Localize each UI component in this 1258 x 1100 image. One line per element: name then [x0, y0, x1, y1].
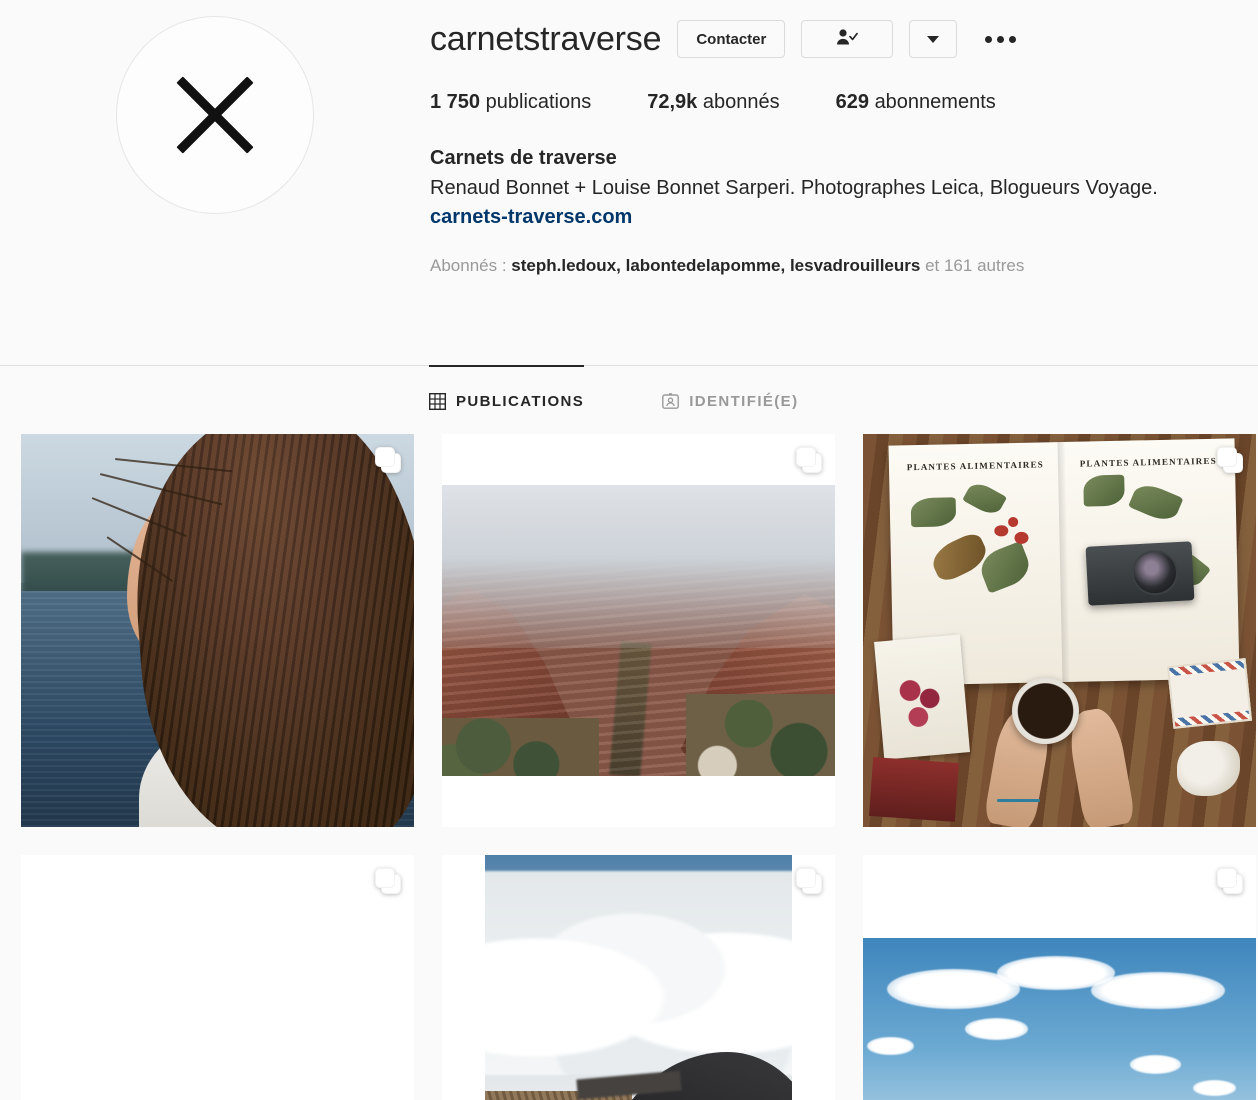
carousel-indicator-icon: [375, 868, 401, 894]
stat-followers[interactable]: 72,9k abonnés: [647, 91, 779, 114]
flatlay-book-title-left: PLANTES ALIMENTAIRES: [906, 459, 1044, 472]
profile-stats: 1 750 publications 72,9k abonnés 629 abo…: [430, 91, 1228, 114]
carousel-indicator-icon: [1217, 447, 1243, 473]
person-check-icon: [836, 28, 859, 50]
post-volcano-crater[interactable]: [442, 855, 835, 1100]
avatar-column: [0, 0, 430, 365]
tab-publications[interactable]: PUBLICATIONS: [429, 365, 585, 437]
more-options-button[interactable]: [979, 35, 1022, 43]
post-thumbnail: PLANTES ALIMENTAIRES PLANTES ALIMENTAIRE…: [863, 434, 1256, 827]
tab-tagged[interactable]: IDENTIFIÉ(E): [662, 366, 798, 437]
post-poster-all-along-the-road[interactable]: PHOTOGRAPHY INSPIRATION ALL ALONG THE RO…: [21, 855, 414, 1100]
profile-bio-text: Renaud Bonnet + Louise Bonnet Sarperi. P…: [430, 177, 1158, 199]
stat-followers-value: 72,9k: [647, 91, 698, 113]
profile-bio: Carnets de traverse Renaud Bonnet + Loui…: [430, 144, 1190, 229]
post-desert-mesa[interactable]: [863, 855, 1256, 1100]
following-button[interactable]: [801, 20, 894, 58]
contact-button[interactable]: Contacter: [677, 20, 786, 58]
profile-header: carnetstraverse Contacter 1 750 publicat…: [0, 0, 1258, 365]
post-grid: PLANTES ALIMENTAIRES PLANTES ALIMENTAIRE…: [0, 434, 1258, 1100]
stat-following[interactable]: 629 abonnements: [836, 91, 996, 114]
grid-icon: [429, 393, 446, 410]
profile-username: carnetstraverse: [430, 20, 662, 58]
following-dropdown-button[interactable]: [909, 20, 958, 58]
followed-by-suffix: et 161 autres: [925, 256, 1025, 275]
carousel-indicator-icon: [375, 447, 401, 473]
instagram-profile-page: carnetstraverse Contacter 1 750 publicat…: [0, 0, 1258, 1100]
more-options-icon: [997, 35, 1005, 43]
more-options-icon: [1009, 35, 1017, 43]
stat-followers-label: abonnés: [702, 91, 780, 113]
carousel-indicator-icon: [1217, 868, 1243, 894]
tab-tagged-label: IDENTIFIÉ(E): [689, 393, 799, 410]
username-row: carnetstraverse Contacter: [430, 13, 1228, 65]
post-thumbnail: PHOTOGRAPHY INSPIRATION ALL ALONG THE RO…: [21, 855, 414, 1100]
stat-following-label: abonnements: [874, 91, 996, 113]
followed-by: Abonnés : steph.ledoux, labontedelapomme…: [430, 254, 1228, 278]
post-flatlay-book-camera[interactable]: PLANTES ALIMENTAIRES PLANTES ALIMENTAIRE…: [863, 434, 1256, 827]
post-thumbnail: [21, 434, 414, 827]
stat-publications[interactable]: 1 750 publications: [430, 91, 591, 114]
followed-by-prefix: Abonnés :: [430, 256, 507, 275]
x-logo-avatar-icon: [165, 65, 265, 165]
followed-by-names[interactable]: steph.ledoux, labontedelapomme, lesvadro…: [511, 256, 920, 275]
post-misty-canyon[interactable]: [442, 434, 835, 827]
carousel-indicator-icon: [796, 447, 822, 473]
tagged-person-icon: [662, 393, 680, 410]
chevron-down-icon: [927, 35, 940, 43]
post-thumbnail: [863, 855, 1256, 1100]
more-options-icon: [985, 35, 993, 43]
profile-avatar[interactable]: [116, 16, 314, 214]
tab-publications-label: PUBLICATIONS: [456, 393, 585, 410]
post-thumbnail: [442, 434, 835, 827]
profile-tabs: PUBLICATIONS IDENTIFIÉ(E): [0, 365, 1258, 437]
profile-full-name: Carnets de traverse: [430, 147, 617, 169]
stat-following-value: 629: [835, 91, 869, 113]
stat-publications-label: publications: [485, 91, 592, 113]
stat-publications-value: 1 750: [430, 91, 481, 113]
profile-website-link[interactable]: carnets-traverse.com: [430, 206, 632, 229]
post-thumbnail: [442, 855, 835, 1100]
carousel-indicator-icon: [796, 868, 822, 894]
post-woman-lake[interactable]: [21, 434, 414, 827]
profile-info-column: carnetstraverse Contacter 1 750 publicat…: [430, 0, 1258, 365]
